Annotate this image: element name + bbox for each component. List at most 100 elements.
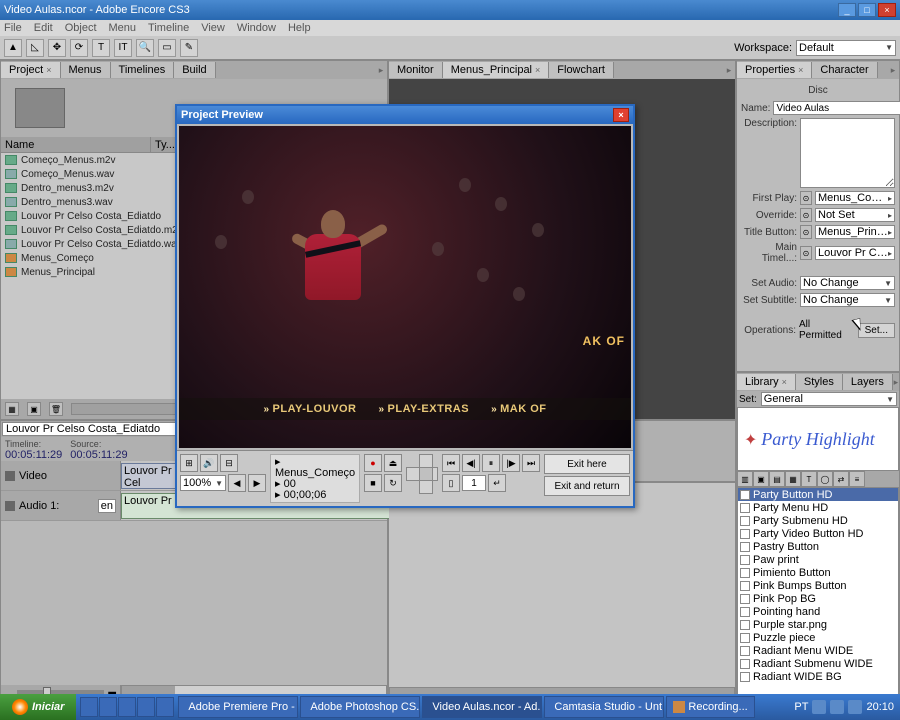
filter-images-button[interactable]: ▤ (769, 471, 785, 487)
set-subtitle-dropdown[interactable]: No Change▼ (800, 293, 895, 307)
new-item-button[interactable]: ▦ (5, 402, 19, 416)
checkbox[interactable] (740, 581, 750, 591)
taskbar-task[interactable]: Adobe Photoshop CS... (300, 696, 420, 718)
eject-button[interactable]: ⏏ (384, 454, 402, 472)
library-item[interactable]: Purple star.png (738, 618, 898, 631)
filter-shapes-button[interactable]: ◯ (817, 471, 833, 487)
menu-window[interactable]: Window (237, 22, 276, 34)
library-item[interactable]: Party Menu HD (738, 501, 898, 514)
return-button[interactable]: ↵ (488, 474, 506, 492)
dpad-down[interactable] (419, 480, 433, 494)
selection-tool[interactable]: ▲ (4, 39, 22, 57)
panel-menu-icon[interactable]: ▸ (375, 65, 387, 76)
filter-text-button[interactable]: T (801, 471, 817, 487)
close-icon[interactable]: × (798, 65, 803, 75)
pickwhip-icon[interactable]: ⊙ (800, 208, 812, 222)
tray-icon[interactable] (812, 700, 826, 714)
panel-menu-icon[interactable]: ▸ (887, 65, 899, 76)
move-tool[interactable]: ✥ (48, 39, 66, 57)
exit-return-button[interactable]: Exit and return (544, 476, 630, 496)
library-item[interactable]: Pimiento Button (738, 566, 898, 579)
delete-button[interactable]: 🗑 (49, 402, 63, 416)
tab-monitor[interactable]: Monitor (389, 62, 443, 78)
play-button[interactable]: ▶ (248, 474, 266, 492)
goto-button[interactable]: ▯ (442, 474, 460, 492)
tab-flowchart[interactable]: Flowchart (549, 62, 614, 78)
checkbox[interactable] (740, 503, 750, 513)
tab-library[interactable]: Library× (737, 374, 796, 390)
library-list[interactable]: Party Button HDParty Menu HDParty Submen… (737, 487, 899, 699)
pause-button[interactable]: ⏸ (482, 454, 500, 472)
dpad-left[interactable] (406, 467, 420, 481)
checkbox[interactable] (740, 568, 750, 578)
zoom-tool[interactable]: 🔍 (136, 39, 154, 57)
checkbox[interactable] (740, 490, 750, 500)
taskbar-task[interactable]: Adobe Premiere Pro - ... (178, 696, 298, 718)
frame-field[interactable] (462, 475, 486, 491)
skip-back-button[interactable]: ⏮ (442, 454, 460, 472)
library-item[interactable]: Puzzle piece (738, 631, 898, 644)
checkbox[interactable] (740, 620, 750, 630)
col-name[interactable]: Name (1, 137, 151, 152)
main-timeline-dropdown[interactable]: Louvor Pr Celso Cost▸ (815, 246, 895, 260)
filter-menus-button[interactable]: ▥ (737, 471, 753, 487)
step-fwd-button[interactable]: |▶ (502, 454, 520, 472)
library-item[interactable]: Paw print (738, 553, 898, 566)
library-item[interactable]: Radiant WIDE BG (738, 670, 898, 683)
vertical-text-tool[interactable]: IT (114, 39, 132, 57)
minimize-button[interactable]: _ (838, 3, 856, 17)
speaker-icon[interactable] (5, 501, 15, 511)
audio-track-header[interactable]: Audio 1: en (1, 491, 121, 520)
prev-button[interactable]: ◀ (228, 474, 246, 492)
tab-properties[interactable]: Properties× (737, 62, 812, 78)
video-track-header[interactable]: Video (1, 461, 121, 490)
checkbox[interactable] (740, 633, 750, 643)
quicklaunch-media[interactable] (137, 697, 155, 717)
dpad-enter[interactable] (419, 467, 433, 481)
loop-button[interactable]: ↻ (384, 474, 402, 492)
maximize-button[interactable]: □ (858, 3, 876, 17)
dvd-menu-makof[interactable]: »MAK OF (491, 403, 546, 415)
filter-layers-button[interactable]: ≡ (849, 471, 865, 487)
start-button[interactable]: Iniciar (0, 694, 76, 720)
taskbar-task[interactable]: Video Aulas.ncor - Ad... (422, 696, 542, 718)
step-back-button[interactable]: ◀| (462, 454, 480, 472)
library-item[interactable]: Radiant Menu WIDE (738, 644, 898, 657)
tab-project[interactable]: Project× (1, 62, 61, 78)
timeline-pos[interactable]: 00:05:11:29 (5, 449, 62, 461)
library-set-dropdown[interactable]: General▼ (761, 392, 897, 406)
dvd-menu-play-extras[interactable]: »PLAY-EXTRAS (378, 403, 469, 415)
filter-bg-button[interactable]: ▦ (785, 471, 801, 487)
menu-menu[interactable]: Menu (109, 22, 137, 34)
direct-select-tool[interactable]: ◺ (26, 39, 44, 57)
close-icon[interactable]: × (535, 65, 540, 75)
checkbox[interactable] (740, 659, 750, 669)
workspace-dropdown[interactable]: Default▼ (796, 40, 896, 56)
checkbox[interactable] (740, 529, 750, 539)
text-tool[interactable]: T (92, 39, 110, 57)
audio-button[interactable]: 🔊 (200, 454, 218, 472)
set-operations-button[interactable]: Set... (858, 323, 895, 338)
audio-lang[interactable]: en (98, 499, 116, 513)
library-item[interactable]: Party Button HD (738, 488, 898, 501)
checkbox[interactable] (740, 646, 750, 656)
new-folder-button[interactable]: ▣ (27, 402, 41, 416)
zoom-dropdown[interactable]: 100%▼ (180, 475, 226, 491)
tab-menus-principal[interactable]: Menus_Principal× (443, 62, 550, 78)
library-item[interactable]: Radiant Submenu WIDE (738, 657, 898, 670)
library-item[interactable]: Pointing hand (738, 605, 898, 618)
filter-buttons-button[interactable]: ▣ (753, 471, 769, 487)
tab-build[interactable]: Build (174, 62, 215, 78)
library-item[interactable]: Party Video Button HD (738, 527, 898, 540)
tray-icon[interactable] (848, 700, 862, 714)
menu-timeline[interactable]: Timeline (148, 22, 189, 34)
close-button[interactable]: × (878, 3, 896, 17)
filter-replace-button[interactable]: ⇄ (833, 471, 849, 487)
tab-menus[interactable]: Menus (61, 62, 111, 78)
quicklaunch-desktop[interactable] (80, 697, 98, 717)
subtitle-button[interactable]: ⊟ (220, 454, 238, 472)
rect-tool[interactable]: ▭ (158, 39, 176, 57)
taskbar-task[interactable]: Camtasia Studio - Unt... (544, 696, 664, 718)
close-icon[interactable]: × (782, 377, 787, 387)
tab-layers[interactable]: Layers (843, 374, 893, 390)
